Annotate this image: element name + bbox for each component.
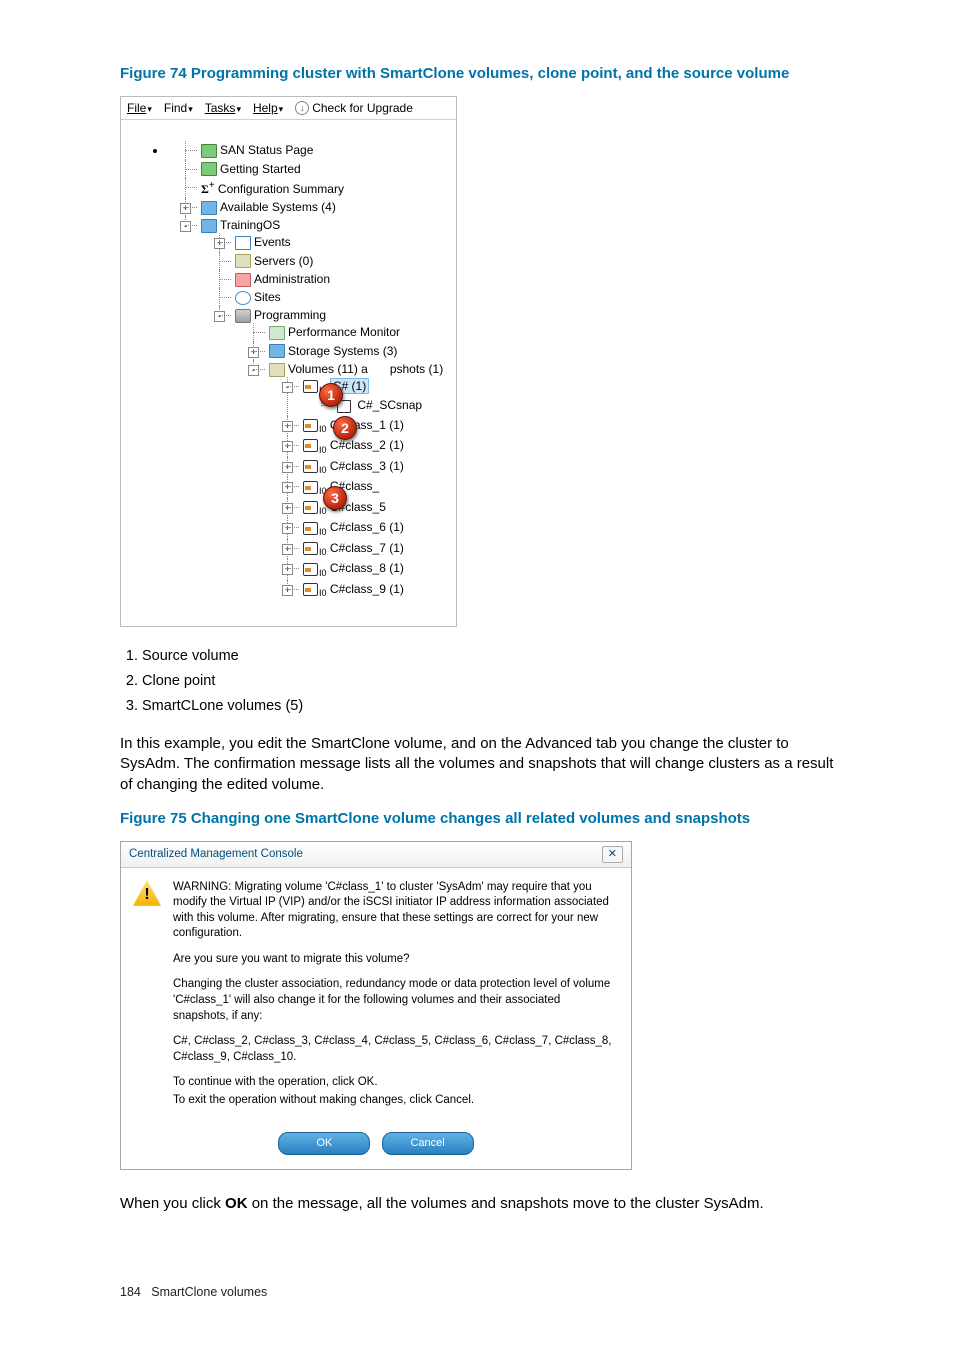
expand-icon[interactable]: + — [282, 544, 293, 555]
body-paragraph-1: In this example, you edit the SmartClone… — [120, 734, 834, 795]
dialog-button-row: OK Cancel — [121, 1124, 631, 1169]
figure74-caption: Figure 74 Programming cluster with Smart… — [120, 64, 834, 84]
expand-icon[interactable]: + — [248, 347, 259, 358]
volume-icon — [303, 380, 318, 393]
dialog-titlebar: Centralized Management Console ✕ — [121, 842, 631, 868]
page-number: 184 — [120, 1285, 141, 1299]
volume-icon — [303, 522, 318, 535]
expand-icon[interactable]: + — [282, 564, 293, 575]
tree-cclass-5[interactable]: +I0 C#class_5 — [287, 498, 450, 519]
tree-storage-systems[interactable]: +Storage Systems (3) — [253, 342, 450, 360]
figure75-caption: Figure 75 Changing one SmartClone volume… — [120, 809, 834, 829]
expand-icon[interactable]: + — [180, 203, 191, 214]
tree-csharp-1[interactable]: -I0 C# (1) C#_SCsnap — [287, 377, 450, 416]
body-paragraph-2: When you click OK on the message, all th… — [120, 1194, 834, 1214]
expand-icon[interactable]: + — [282, 462, 293, 473]
expand-icon[interactable]: + — [282, 441, 293, 452]
tree-cclass-1[interactable]: +I0 C#class_1 (1) — [287, 416, 450, 437]
menu-file[interactable]: File▾ — [127, 100, 152, 116]
dialog-title-text: Centralized Management Console — [129, 847, 303, 863]
monitor-icon — [269, 326, 285, 340]
tree-training-os[interactable]: -TrainingOS +Events Servers (0) Administ… — [185, 216, 450, 603]
tree-cclass-8[interactable]: +I0 C#class_8 (1) — [287, 559, 450, 580]
dialog-text: WARNING: Migrating volume 'C#class_1' to… — [173, 880, 619, 1118]
tree-perf-monitor[interactable]: Performance Monitor — [253, 323, 450, 341]
tree-administration[interactable]: Administration — [219, 270, 450, 288]
arrow-icon — [201, 162, 217, 176]
section-title: SmartClone volumes — [151, 1285, 267, 1299]
expand-icon[interactable]: + — [282, 523, 293, 534]
tree-servers[interactable]: Servers (0) — [219, 252, 450, 270]
volume-icon — [303, 563, 318, 576]
tree-getting-started[interactable]: Getting Started — [185, 160, 450, 178]
collapse-icon[interactable]: - — [214, 311, 225, 322]
chart-icon — [201, 144, 217, 158]
tree-programming[interactable]: -Programming Performance Monitor +Storag… — [219, 306, 450, 602]
collapse-icon[interactable]: - — [180, 221, 191, 232]
dialog-warn-p4: C#, C#class_2, C#class_3, C#class_4, C#c… — [173, 1034, 619, 1065]
menu-bar: File▾ Find▾ Tasks▾ Help▾ ↓ Check for Upg… — [121, 97, 456, 120]
tree-root: SAN Status Page Getting Started Σ+ Confi… — [167, 140, 450, 604]
volume-icon — [303, 460, 318, 473]
nav-tree: SAN Status Page Getting Started Σ+ Confi… — [127, 140, 450, 604]
cluster-icon — [235, 309, 251, 323]
tree-cclass-9[interactable]: +I0 C#class_9 (1) — [287, 580, 450, 601]
admin-icon — [235, 273, 251, 287]
warning-icon — [133, 880, 161, 906]
tree-cclass-3[interactable]: +I0 C#class_3 (1) — [287, 457, 450, 478]
expand-icon[interactable]: + — [282, 503, 293, 514]
tree-sites[interactable]: Sites — [219, 288, 450, 306]
page-footer: 184 SmartClone volumes — [120, 1284, 834, 1301]
tree-san-status[interactable]: SAN Status Page — [185, 141, 450, 159]
menu-find[interactable]: Find▾ — [164, 100, 193, 116]
volume-icon — [303, 501, 318, 514]
cancel-button[interactable]: Cancel — [382, 1132, 474, 1155]
server-icon — [235, 254, 251, 268]
tree-volumes[interactable]: -Volumes (11) apshots (1) -I0 C# (1) C#_… — [253, 360, 450, 602]
expand-icon[interactable]: + — [282, 585, 293, 596]
dialog-warn-p6: To exit the operation without making cha… — [173, 1093, 619, 1109]
tree-config-summary[interactable]: Σ+ Configuration Summary — [185, 178, 450, 198]
systems-icon — [201, 201, 217, 215]
tree-events[interactable]: +Events — [219, 233, 450, 251]
upgrade-icon: ↓ — [295, 101, 309, 115]
expand-icon[interactable]: + — [214, 238, 225, 249]
cmc-tree-panel: File▾ Find▾ Tasks▾ Help▾ ↓ Check for Upg… — [120, 96, 457, 627]
site-icon — [235, 291, 251, 305]
volume-icon — [303, 481, 318, 494]
group-icon — [201, 219, 217, 233]
tree-cclass-7[interactable]: +I0 C#class_7 (1) — [287, 539, 450, 560]
volume-icon — [303, 419, 318, 432]
menu-help[interactable]: Help▾ — [253, 100, 283, 116]
collapse-icon[interactable]: - — [282, 382, 293, 393]
tree-cclass-2[interactable]: +I0 C#class_2 (1) — [287, 436, 450, 457]
figure74-legend: Source volume Clone point SmartCLone vol… — [124, 647, 834, 716]
dialog-warn-p3: Changing the cluster association, redund… — [173, 977, 619, 1024]
volumes-icon — [269, 363, 285, 377]
menu-tasks[interactable]: Tasks▾ — [205, 100, 241, 116]
migrate-confirm-dialog: Centralized Management Console ✕ WARNING… — [120, 841, 632, 1170]
events-icon — [235, 236, 251, 250]
expand-icon[interactable]: + — [282, 482, 293, 493]
legend-item-3: SmartCLone volumes (5) — [142, 697, 834, 717]
volume-icon — [303, 439, 318, 452]
legend-item-1: Source volume — [142, 647, 834, 667]
volume-icon — [303, 583, 318, 596]
storage-icon — [269, 344, 285, 358]
tree-cclass-4[interactable]: +I0 C#class_ — [287, 477, 450, 498]
ok-button[interactable]: OK — [278, 1132, 370, 1155]
close-button[interactable]: ✕ — [602, 846, 623, 863]
dialog-warn-p2: Are you sure you want to migrate this vo… — [173, 952, 619, 968]
volume-icon — [303, 542, 318, 555]
menu-check-upgrade[interactable]: ↓ Check for Upgrade — [295, 100, 413, 116]
legend-item-2: Clone point — [142, 672, 834, 692]
tree-available-systems[interactable]: +Available Systems (4) — [185, 198, 450, 216]
expand-icon[interactable]: + — [282, 421, 293, 432]
tree-cclass-6[interactable]: +I0 C#class_6 (1) — [287, 518, 450, 539]
collapse-icon[interactable]: - — [248, 365, 259, 376]
dialog-warn-p1: WARNING: Migrating volume 'C#class_1' to… — [173, 880, 619, 942]
dialog-warn-p5: To continue with the operation, click OK… — [173, 1075, 619, 1091]
